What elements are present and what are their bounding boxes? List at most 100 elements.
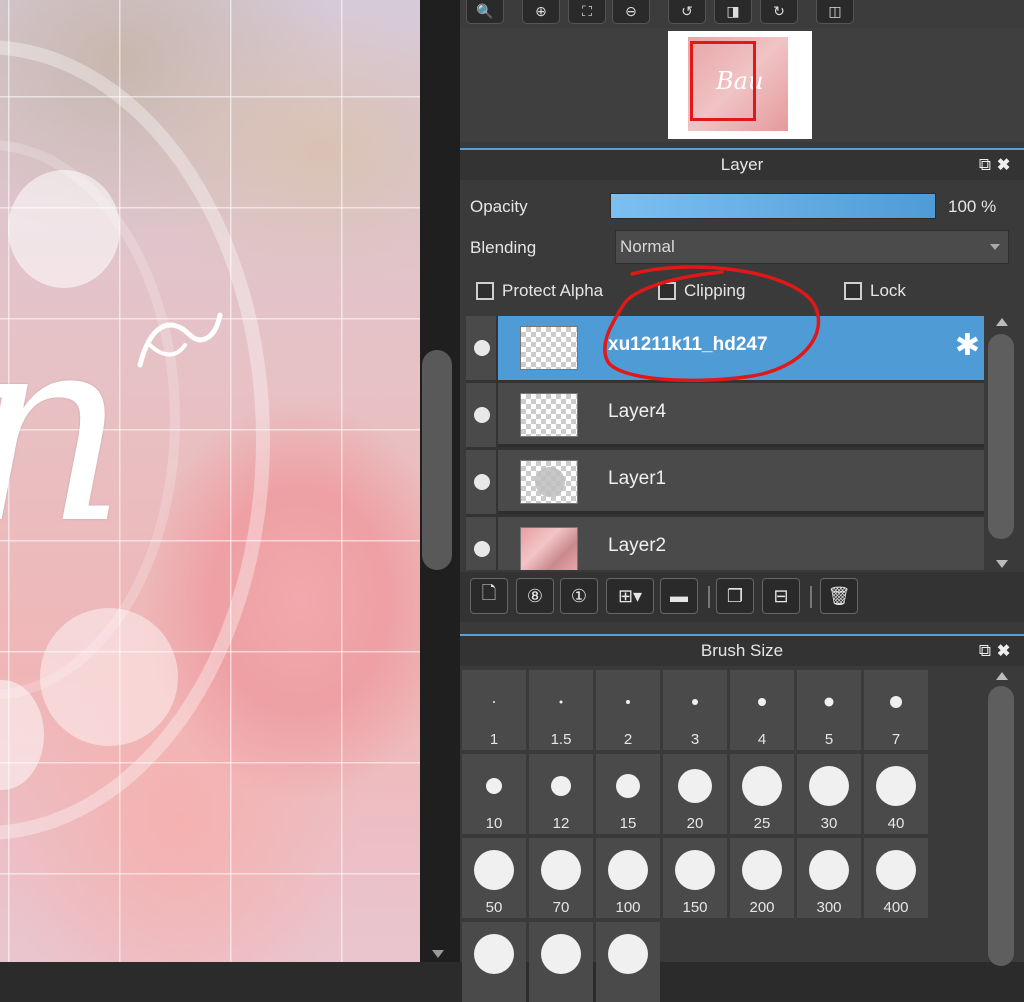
checkbox-box[interactable] bbox=[476, 282, 494, 300]
brush-size-cell[interactable]: 12 bbox=[529, 754, 593, 834]
layer-row[interactable]: Layer4 bbox=[466, 383, 984, 447]
brush-size-label: 1.5 bbox=[550, 731, 572, 748]
brush-size-cell[interactable]: 1.5 bbox=[529, 670, 593, 750]
thumbnail-blob bbox=[535, 467, 565, 497]
brush-size-dot bbox=[692, 699, 698, 705]
merge-layer-icon[interactable]: ⊟ bbox=[762, 578, 800, 614]
checkbox-box[interactable] bbox=[844, 282, 862, 300]
flip-icon[interactable]: ◨ bbox=[714, 0, 752, 24]
scroll-up-arrow-icon[interactable] bbox=[996, 672, 1008, 680]
layer-row-body[interactable]: Layer4 bbox=[498, 383, 984, 447]
scroll-down-arrow-icon[interactable] bbox=[996, 560, 1008, 568]
brush-size-label: 70 bbox=[552, 899, 570, 916]
brush-size-label: 2 bbox=[623, 731, 633, 748]
brush-size-cell[interactable]: 7 bbox=[864, 670, 928, 750]
brush-size-cell[interactable]: 100 bbox=[596, 838, 660, 918]
layer-visibility-toggle[interactable] bbox=[466, 316, 498, 380]
layer-visibility-toggle[interactable] bbox=[466, 517, 498, 570]
brush-size-cell[interactable]: 200 bbox=[730, 838, 794, 918]
zoom-out-icon[interactable]: ⊖ bbox=[612, 0, 650, 24]
clipping-checkbox[interactable]: Clipping bbox=[658, 281, 745, 301]
brush-panel-header: Brush Size ⧉✖ bbox=[460, 634, 1024, 666]
close-icon[interactable]: ✖ bbox=[997, 155, 1016, 174]
zoom-fit-icon[interactable]: 🔍 bbox=[466, 0, 504, 24]
layer-visibility-toggle[interactable] bbox=[466, 383, 498, 447]
brush-size-label: 1 bbox=[489, 731, 499, 748]
new-layer-icon[interactable]: 🗋 bbox=[470, 578, 508, 614]
scroll-up-arrow-icon[interactable] bbox=[996, 318, 1008, 326]
brush-size-cell[interactable]: 400 bbox=[864, 838, 928, 918]
brush-size-cell[interactable]: 4 bbox=[730, 670, 794, 750]
brush-size-cell[interactable]: 3 bbox=[663, 670, 727, 750]
rotate-right-icon[interactable]: ↻ bbox=[760, 0, 798, 24]
brush-size-cell[interactable]: 20 bbox=[663, 754, 727, 834]
brush-size-dot bbox=[824, 697, 834, 707]
layer-thumbnail bbox=[520, 326, 578, 370]
blending-value: Normal bbox=[620, 237, 675, 256]
brush-size-label: 3 bbox=[690, 731, 700, 748]
rotate-left-icon[interactable]: ↺ bbox=[668, 0, 706, 24]
protect-alpha-checkbox[interactable]: Protect Alpha bbox=[476, 281, 603, 301]
brush-size-cell[interactable]: 300 bbox=[797, 838, 861, 918]
gear-icon[interactable]: ✱ bbox=[955, 330, 980, 362]
brush-size-cell[interactable] bbox=[462, 922, 526, 1002]
popout-icon[interactable]: ⧉ bbox=[979, 155, 997, 174]
layer-row[interactable]: Layer2 bbox=[466, 517, 984, 570]
layer-name: Layer1 bbox=[608, 468, 667, 489]
opacity-slider[interactable] bbox=[610, 193, 936, 219]
new-1bit-layer-icon[interactable]: ① bbox=[560, 578, 598, 614]
canvas-vertical-scrollbar[interactable] bbox=[420, 0, 460, 962]
brush-size-cell[interactable]: 30 bbox=[797, 754, 861, 834]
brush-size-cell[interactable] bbox=[529, 922, 593, 1002]
new-folder-icon[interactable]: ▬ bbox=[660, 578, 698, 614]
close-icon[interactable]: ✖ bbox=[997, 641, 1016, 660]
new-8bit-layer-icon[interactable]: ⑧ bbox=[516, 578, 554, 614]
layer-visibility-toggle[interactable] bbox=[466, 450, 498, 514]
brush-size-dot bbox=[809, 850, 849, 890]
brush-size-label: 4 bbox=[757, 731, 767, 748]
brush-size-cell[interactable]: 70 bbox=[529, 838, 593, 918]
brush-size-cell[interactable]: 10 bbox=[462, 754, 526, 834]
zoom-in-icon[interactable]: ⊕ bbox=[522, 0, 560, 24]
canvas-scroll-thumb[interactable] bbox=[422, 350, 452, 570]
layer-list-scrollbar[interactable] bbox=[986, 316, 1016, 570]
brush-size-cell[interactable]: 1 bbox=[462, 670, 526, 750]
brush-size-cell[interactable]: 5 bbox=[797, 670, 861, 750]
layer-name: Layer2 bbox=[608, 535, 667, 556]
duplicate-layer-icon[interactable]: ❐ bbox=[716, 578, 754, 614]
brush-size-dot bbox=[876, 766, 916, 806]
side-panel: 🔍 ⊕ ⛶ ⊖ ↺ ◨ ↻ ◫ Bau Layer ⧉✖ Opacity 100… bbox=[460, 0, 1024, 1002]
brush-size-cell[interactable]: 40 bbox=[864, 754, 928, 834]
protect-alpha-label: Protect Alpha bbox=[502, 281, 604, 300]
navigator-toolbar: 🔍 ⊕ ⛶ ⊖ ↺ ◨ ↻ ◫ bbox=[460, 0, 1024, 28]
layer-row-body[interactable]: xu1211k11_hd247 ✱ bbox=[498, 316, 984, 380]
delete-layer-icon[interactable]: 🗑 bbox=[820, 578, 858, 614]
brush-size-cell[interactable]: 25 bbox=[730, 754, 794, 834]
layer-row[interactable]: xu1211k11_hd247 ✱ bbox=[466, 316, 984, 380]
brush-size-label: 150 bbox=[682, 899, 708, 916]
add-layer-menu-icon[interactable]: ⊞▾ bbox=[606, 578, 654, 614]
navigator-viewport-rect[interactable] bbox=[690, 41, 756, 121]
layer-scroll-thumb[interactable] bbox=[988, 334, 1014, 539]
lock-checkbox[interactable]: Lock bbox=[844, 281, 906, 301]
brush-grid-scrollbar[interactable] bbox=[986, 670, 1016, 966]
layer-row-body[interactable]: Layer1 bbox=[498, 450, 984, 514]
layer-row-body[interactable]: Layer2 bbox=[498, 517, 984, 570]
scroll-down-arrow-icon[interactable] bbox=[432, 950, 444, 958]
popout-icon[interactable]: ⧉ bbox=[979, 641, 997, 660]
blending-select[interactable]: Normal bbox=[615, 230, 1009, 264]
brush-size-cell[interactable]: 150 bbox=[663, 838, 727, 918]
drawing-canvas[interactable]: n bbox=[0, 0, 420, 962]
checkbox-box[interactable] bbox=[658, 282, 676, 300]
opacity-value: 100 % bbox=[948, 197, 997, 216]
brush-size-cell[interactable] bbox=[596, 922, 660, 1002]
brush-size-cell[interactable]: 50 bbox=[462, 838, 526, 918]
brush-size-cell[interactable]: 15 bbox=[596, 754, 660, 834]
layer-row[interactable]: Layer1 bbox=[466, 450, 984, 514]
brush-size-cell[interactable]: 2 bbox=[596, 670, 660, 750]
navigator-thumbnail[interactable]: Bau bbox=[668, 31, 812, 139]
fit-window-icon[interactable]: ⛶ bbox=[568, 0, 606, 24]
brush-scroll-thumb[interactable] bbox=[988, 686, 1014, 966]
split-view-icon[interactable]: ◫ bbox=[816, 0, 854, 24]
layer-name: xu1211k11_hd247 bbox=[608, 334, 768, 355]
